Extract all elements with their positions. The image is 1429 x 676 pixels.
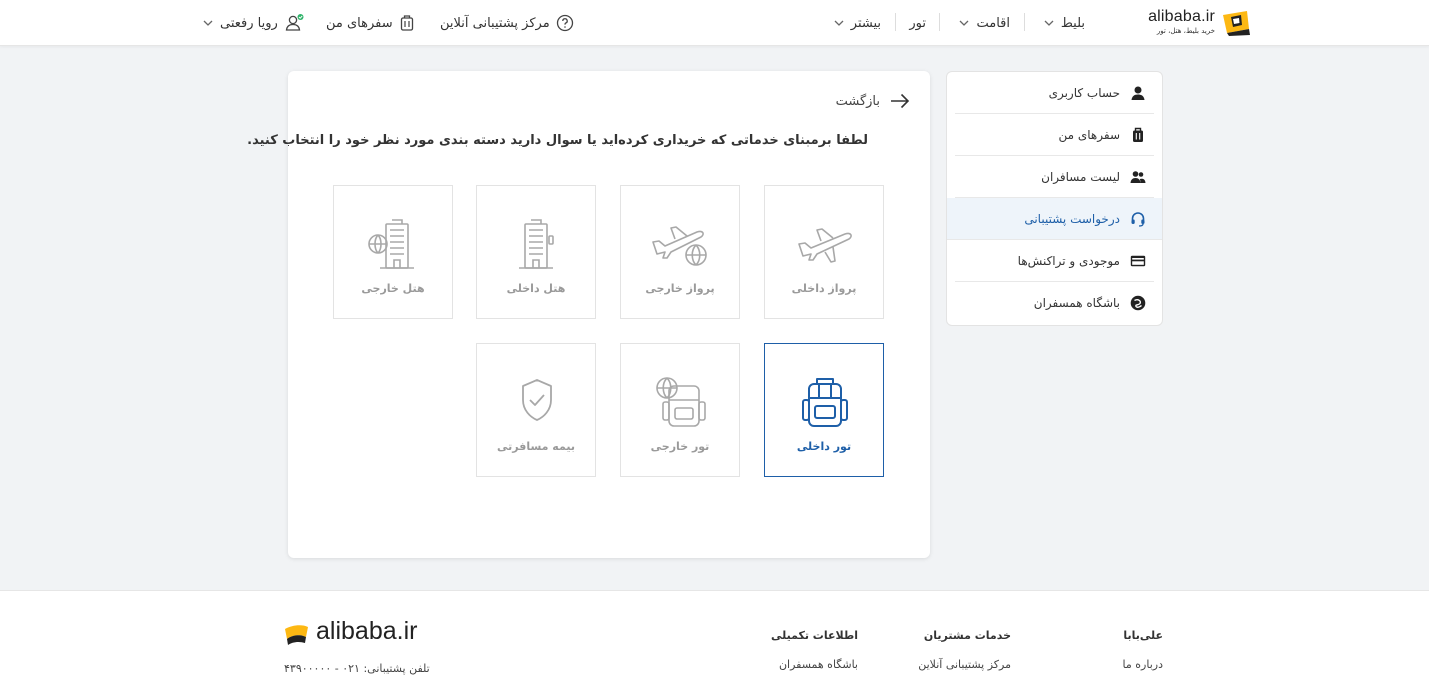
chevron-down-icon bbox=[960, 20, 969, 26]
backpack-globe-icon bbox=[656, 377, 706, 427]
logo-mark-icon bbox=[1223, 11, 1250, 36]
page: alibaba.ir خرید بلیط، هتل، تور بلیط اقام… bbox=[0, 0, 1429, 676]
footer-heading-alibaba: علی‌بابا bbox=[1123, 629, 1163, 642]
hotel-globe-icon bbox=[368, 219, 414, 269]
phone-label: تلفن پشتیبانی: bbox=[363, 662, 430, 675]
sidebar-item-label: درخواست پشتیبانی bbox=[1024, 211, 1120, 226]
logo-mark-icon bbox=[285, 625, 308, 645]
logo-tagline: خرید بلیط، هتل، تور bbox=[1156, 27, 1215, 35]
headset-icon bbox=[1131, 211, 1145, 227]
shield-check-icon bbox=[522, 379, 552, 421]
suitcase-icon bbox=[400, 15, 413, 31]
nav-divider bbox=[895, 13, 896, 31]
nav-item-more[interactable]: بیشتر bbox=[833, 12, 881, 34]
account-sidebar: حساب کاربری سفرهای من لیست مسافران درخوا… bbox=[946, 71, 1163, 326]
user-icon bbox=[1131, 86, 1145, 100]
category-label: تور داخلی bbox=[796, 440, 852, 453]
user-online-icon bbox=[285, 14, 304, 31]
sidebar-item-label: لیست مسافران bbox=[1041, 169, 1120, 184]
sidebar-item-label: باشگاه همسفران bbox=[1033, 296, 1120, 310]
sidebar-item-support[interactable]: درخواست پشتیبانی bbox=[947, 198, 1162, 240]
phone-number: ۰۲۱ - ۴۳۹۰۰۰۰۰ bbox=[284, 662, 360, 675]
club-icon bbox=[1130, 295, 1146, 311]
nav-item-label: بلیط bbox=[1060, 15, 1085, 31]
footer-heading-more-info: اطلاعات تکمیلی bbox=[770, 629, 858, 642]
suitcase-icon bbox=[1133, 127, 1143, 142]
nav-item-accommodation[interactable]: اقامت bbox=[958, 12, 1010, 34]
logo-wordmark: alibaba.ir bbox=[1148, 8, 1215, 25]
nav-divider bbox=[939, 13, 940, 31]
category-domestic-flight[interactable]: پرواز داخلی bbox=[764, 185, 884, 319]
arrow-right-icon bbox=[891, 93, 910, 109]
footer-link-club[interactable]: باشگاه همسفران bbox=[779, 658, 858, 671]
category-label: هتل خارجی bbox=[361, 282, 425, 295]
footer-link-about[interactable]: درباره ما bbox=[1123, 658, 1163, 671]
sidebar-item-passengers[interactable]: لیست مسافران bbox=[955, 156, 1154, 198]
nav-item-tickets[interactable]: بلیط bbox=[1043, 12, 1085, 34]
back-label: بازگشت bbox=[835, 93, 880, 109]
sidebar-item-club[interactable]: باشگاه همسفران bbox=[955, 282, 1154, 324]
plane-icon bbox=[798, 228, 852, 263]
hotel-icon bbox=[519, 219, 554, 269]
backpack-icon bbox=[802, 378, 848, 427]
user-name: رویا رفعتی bbox=[220, 15, 278, 31]
category-label: هتل داخلی bbox=[506, 282, 566, 295]
nav-item-label: اقامت bbox=[976, 15, 1010, 31]
my-trips-label: سفرهای من bbox=[326, 15, 393, 31]
support-center-label: مرکز پشتیبانی آنلاین bbox=[440, 15, 550, 31]
chevron-down-icon bbox=[1044, 20, 1054, 26]
nav-item-tour[interactable]: تور bbox=[909, 12, 926, 34]
category-international-tour[interactable]: تور خارجی bbox=[620, 343, 740, 477]
footer-logo[interactable]: alibaba.ir bbox=[284, 617, 434, 649]
sidebar-item-my-trips[interactable]: سفرهای من bbox=[955, 114, 1154, 156]
nav-item-label: بیشتر bbox=[850, 15, 881, 31]
footer-support-phone: تلفن پشتیبانی: ۰۲۱ - ۴۳۹۰۰۰۰۰ bbox=[284, 662, 430, 675]
help-circle-icon bbox=[556, 14, 573, 32]
my-trips-link[interactable]: سفرهای من bbox=[326, 12, 415, 34]
category-instruction: لطفا برمبنای خدماتی که خریداری کرده‌اید … bbox=[247, 133, 868, 148]
sidebar-item-label: سفرهای من bbox=[1058, 127, 1121, 142]
category-international-hotel[interactable]: هتل خارجی bbox=[333, 185, 453, 319]
nav-divider bbox=[1024, 13, 1025, 31]
category-domestic-tour[interactable]: تور داخلی bbox=[764, 343, 884, 477]
category-domestic-hotel[interactable]: هتل داخلی bbox=[476, 185, 596, 319]
sidebar-item-label: موجودی و تراکنش‌ها bbox=[1017, 253, 1120, 268]
plane-globe-icon bbox=[652, 226, 707, 266]
user-menu[interactable]: رویا رفعتی bbox=[202, 12, 304, 34]
chevron-down-icon bbox=[203, 20, 213, 26]
sidebar-item-wallet[interactable]: موجودی و تراکنش‌ها bbox=[955, 240, 1154, 282]
footer-heading-customer-services: خدمات مشتریان bbox=[923, 629, 1011, 642]
support-category-card: بازگشت لطفا برمبنای خدماتی که خریداری کر… bbox=[247, 71, 930, 558]
site-footer: علی‌بابا درباره ما خدمات مشتریان مرکز پش… bbox=[0, 590, 1429, 676]
alibaba-logo[interactable]: alibaba.ir خرید بلیط، هتل، تور bbox=[1148, 8, 1253, 38]
category-label: پرواز داخلی bbox=[791, 282, 857, 295]
category-travel-insurance[interactable]: بیمه مسافرتی bbox=[476, 343, 596, 477]
sidebar-item-label: حساب کاربری bbox=[1048, 85, 1120, 100]
support-center-link[interactable]: مرکز پشتیبانی آنلاین bbox=[440, 12, 574, 34]
category-label: پرواز خارجی bbox=[645, 282, 715, 295]
category-label: بیمه مسافرتی bbox=[497, 440, 575, 453]
chevron-down-icon bbox=[834, 20, 844, 26]
top-header: alibaba.ir خرید بلیط، هتل، تور بلیط اقام… bbox=[0, 0, 1429, 46]
card-icon bbox=[1130, 255, 1146, 266]
back-button[interactable]: بازگشت bbox=[836, 93, 910, 109]
category-label: تور خارجی bbox=[650, 440, 710, 453]
users-icon bbox=[1130, 170, 1146, 183]
category-international-flight[interactable]: پرواز خارجی bbox=[620, 185, 740, 319]
nav-item-label: تور bbox=[909, 15, 926, 31]
sidebar-item-account[interactable]: حساب کاربری bbox=[955, 72, 1154, 114]
footer-link-support-center[interactable]: مرکز پشتیبانی آنلاین bbox=[918, 658, 1011, 671]
footer-logo-wordmark: alibaba.ir bbox=[316, 617, 418, 645]
